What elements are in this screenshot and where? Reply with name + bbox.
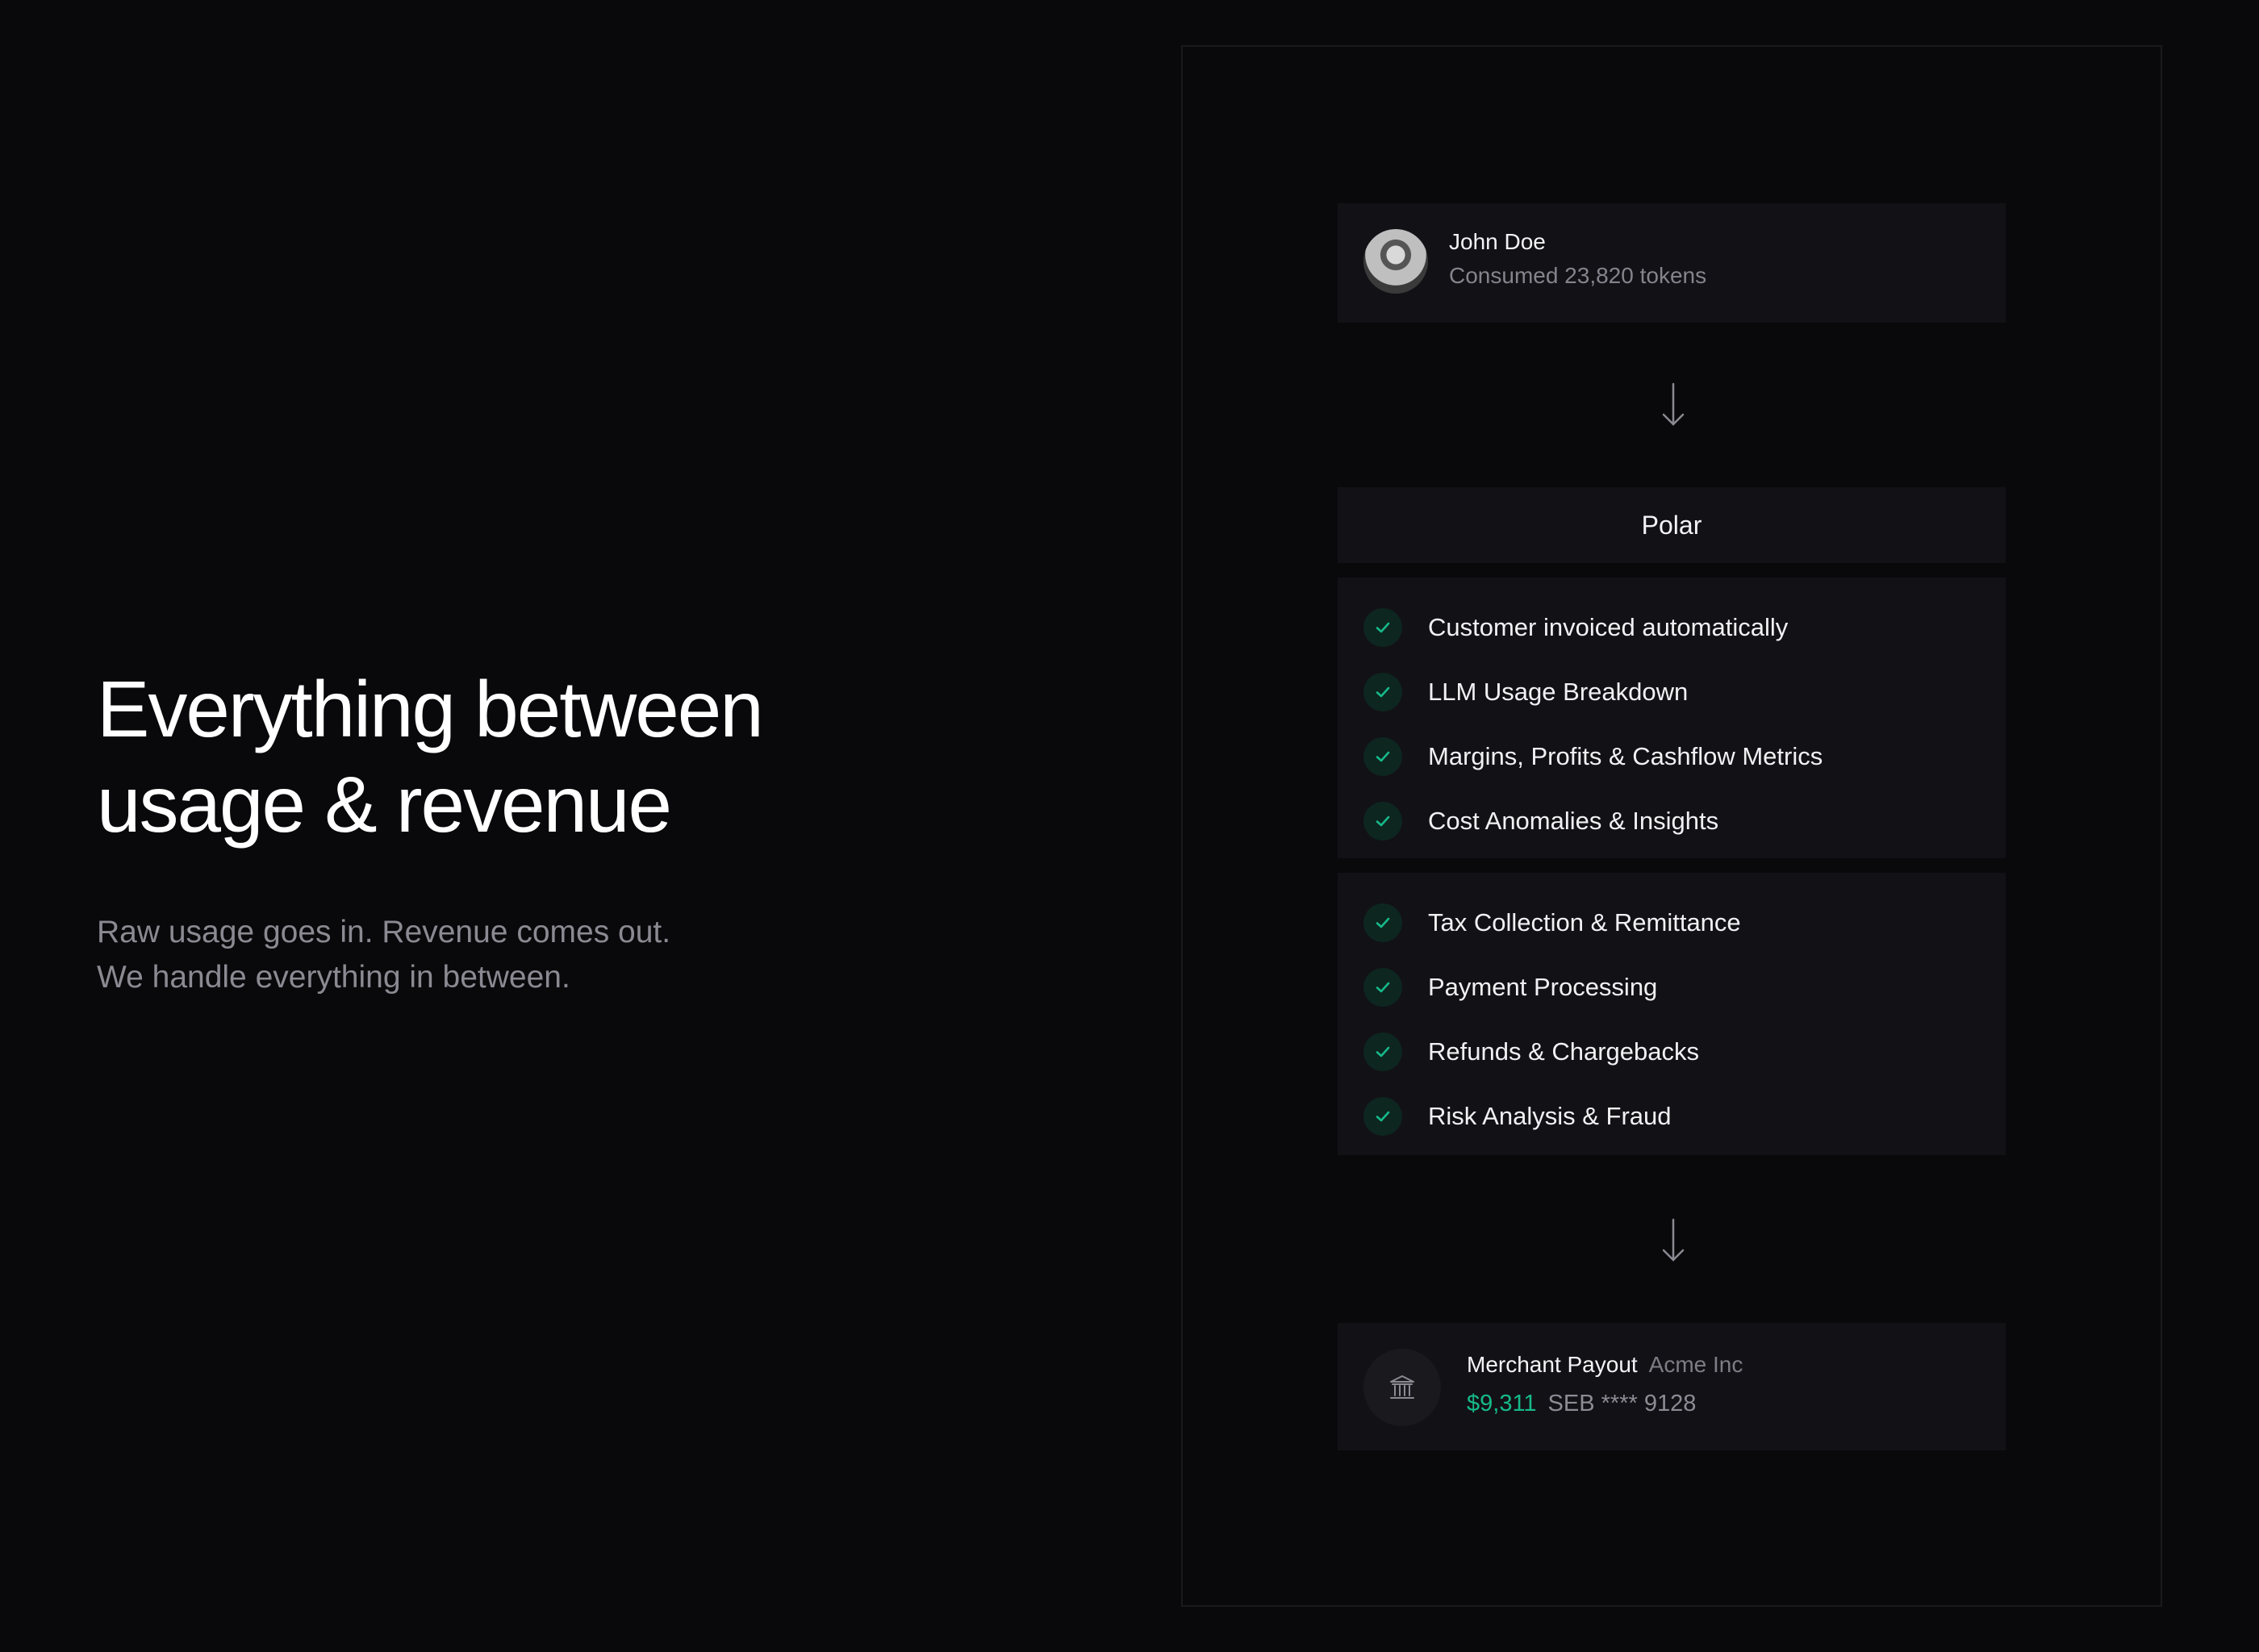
feature-label: Risk Analysis & Fraud [1428,1102,1672,1130]
check-icon [1363,802,1402,841]
hero-title: Everything between usage & revenue [97,665,764,849]
platform-card: Polar [1338,487,2006,563]
check-icon [1363,1097,1402,1136]
feature-label: Customer invoiced automatically [1428,613,1789,641]
list-item: Customer invoiced automatically [1363,595,1980,660]
features-list-payments: Tax Collection & Remittance Payment Proc… [1338,873,2006,1155]
feature-label: Cost Anomalies & Insights [1428,807,1719,835]
payout-amount: $9,311 [1467,1391,1537,1416]
list-item: Margins, Profits & Cashflow Metrics [1363,724,1980,789]
list-item: Payment Processing [1363,955,1980,1020]
hero-section: Everything between usage & revenue Raw u… [97,661,984,1000]
features-list-analytics: Customer invoiced automatically LLM Usag… [1338,578,2006,858]
arrow-down-icon [1647,1216,1699,1265]
check-icon [1363,968,1402,1007]
feature-label: Tax Collection & Remittance [1428,908,1741,937]
check-icon [1363,737,1402,776]
feature-label: LLM Usage Breakdown [1428,678,1689,706]
list-item: Refunds & Chargebacks [1363,1020,1980,1084]
list-item: Tax Collection & Remittance [1363,891,1980,955]
customer-name: John Doe [1449,229,1546,254]
payout-merchant: Acme Inc [1648,1352,1743,1377]
check-icon [1363,1032,1402,1071]
page: Everything between usage & revenue Raw u… [0,0,2259,1652]
check-icon [1363,608,1402,647]
check-icon [1363,903,1402,942]
payout-title: Merchant Payout [1467,1352,1638,1377]
flow-panel: John Doe Consumed 23,820 tokens Polar Cu… [1181,45,2162,1607]
payout-title-line: Merchant Payout Acme Inc [1467,1352,1743,1378]
list-item: Cost Anomalies & Insights [1363,789,1980,853]
bank-icon [1363,1349,1441,1426]
hero-subtitle: Raw usage goes in. Revenue comes out. We… [97,915,671,995]
list-item: Risk Analysis & Fraud [1363,1084,1980,1149]
platform-name: Polar [1641,510,1702,540]
customer-card: John Doe Consumed 23,820 tokens [1338,203,2006,323]
payout-account: SEB **** 9128 [1547,1391,1697,1416]
feature-label: Refunds & Chargebacks [1428,1037,1700,1066]
avatar [1363,229,1428,294]
payout-detail-line: $9,311 SEB **** 9128 [1467,1391,1696,1417]
feature-label: Payment Processing [1428,973,1658,1001]
list-item: LLM Usage Breakdown [1363,660,1980,724]
arrow-down-icon [1647,381,1699,429]
payout-card: Merchant Payout Acme Inc $9,311 SEB **** 9… [1338,1323,2006,1450]
customer-consumption: Consumed 23,820 tokens [1449,263,1707,288]
check-icon [1363,673,1402,711]
feature-label: Margins, Profits & Cashflow Metrics [1428,742,1823,770]
